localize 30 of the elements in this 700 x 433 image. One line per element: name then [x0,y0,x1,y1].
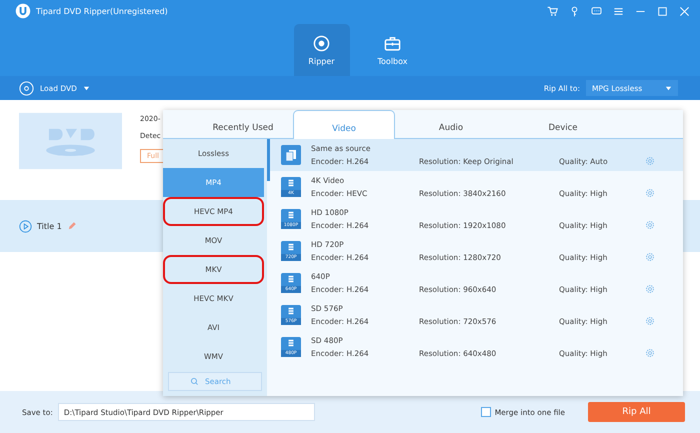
format-tab[interactable]: Device [507,110,619,138]
settings-icon[interactable] [645,188,655,198]
settings-icon[interactable] [645,316,655,326]
caret-icon [82,84,90,92]
settings-icon[interactable] [645,348,655,358]
maximize-icon[interactable] [657,6,668,16]
format-tab[interactable]: Audio [395,110,507,138]
settings-icon[interactable] [645,252,655,262]
cart-icon[interactable] [547,6,558,16]
settings-icon[interactable] [645,284,655,294]
close-icon[interactable] [679,6,690,16]
app-logo-icon [15,3,31,19]
disc-icon [313,34,330,52]
edit-icon[interactable] [66,221,77,231]
format-tab[interactable]: Recently Used [193,110,293,138]
settings-icon[interactable] [645,220,655,230]
chat-icon[interactable] [591,6,602,16]
disc-icon [19,80,34,96]
play-icon[interactable] [19,220,32,232]
copy-icon [281,145,301,165]
title-name: Title 1 [37,222,62,230]
main-tab[interactable]: Ripper [294,24,350,76]
window-title: Tipard DVD Ripper(Unregistered) [36,6,168,16]
merge-checkbox[interactable] [480,407,491,417]
caret-icon [665,84,672,92]
key-icon[interactable] [569,6,580,16]
toolbox-icon [384,34,401,52]
settings-icon[interactable] [645,156,655,166]
menu-icon[interactable] [613,6,624,16]
format-tab[interactable]: Video [293,110,395,139]
